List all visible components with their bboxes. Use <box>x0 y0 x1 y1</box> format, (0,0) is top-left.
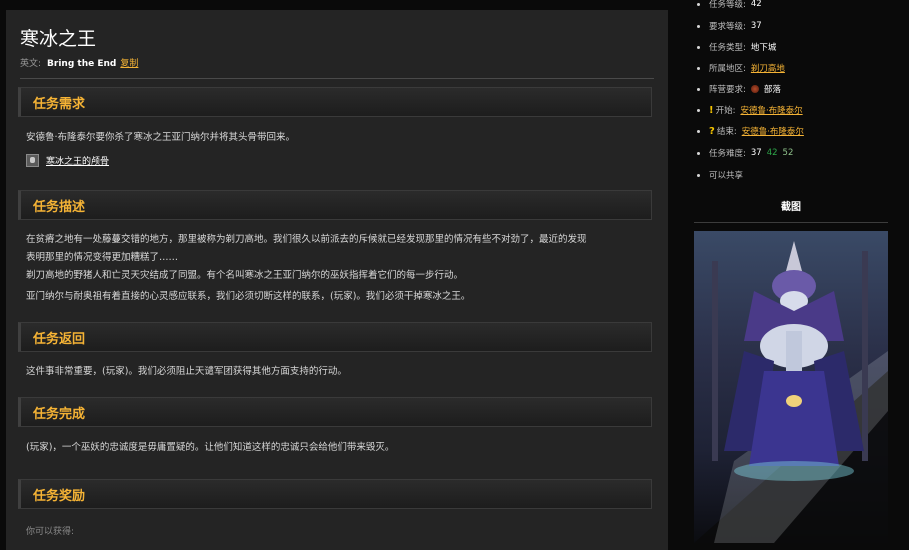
section-heading: 任务描述 <box>33 200 86 215</box>
difficulty-mid: 42 <box>766 148 778 158</box>
bullet-icon <box>697 129 700 133</box>
requirements-text: 安德鲁·布隆泰尔要你杀了寒冰之王亚门纳尔并将其头骨带回来。 <box>26 132 296 143</box>
quest-type-row: 任务类型: 地下城 <box>694 37 776 57</box>
required-level-label: 要求等级: <box>709 22 746 32</box>
description-line-2: 表明那里的情况变得更加糟糕了…… <box>26 252 179 263</box>
faction-label: 阵营要求: <box>709 85 746 95</box>
horde-icon <box>750 85 759 93</box>
question-mark-icon: ? <box>709 125 715 137</box>
end-label: 结束: <box>716 127 737 137</box>
quest-info-sidebar: 任务等级: 42 要求等级: 37 任务类型: 地下城 所属地区: 剃刀高地 阵营要求:… <box>694 0 909 543</box>
screenshot-divider <box>694 222 888 223</box>
skull-icon <box>26 153 39 167</box>
zone-row: 所属地区: 剃刀高地 <box>694 58 785 78</box>
end-npc-link[interactable]: 安德鲁·布隆泰尔 <box>742 125 804 137</box>
section-heading: 任务完成 <box>33 407 86 422</box>
section-return: 任务返回 <box>18 322 652 352</box>
quest-type-label: 任务类型: <box>709 43 746 53</box>
rewards-label: 你可以获得: <box>26 527 75 537</box>
screenshot-image[interactable] <box>694 231 888 543</box>
copy-link[interactable]: 复制 <box>120 59 138 69</box>
end-npc-row: ? 结束: 安德鲁·布隆泰尔 <box>694 121 804 141</box>
english-label: 英文: <box>20 59 42 69</box>
return-text: 这件事非常重要，(玩家)。我们必须阻止天谴军团获得其他方面支持的行动。 <box>26 366 347 377</box>
english-name-row: 英文: Bring the End 复制 <box>20 56 138 69</box>
bullet-icon <box>697 66 700 70</box>
bullet-icon <box>697 151 700 155</box>
required-level-value: 37 <box>750 21 762 31</box>
start-npc-link[interactable]: 安德鲁·布隆泰尔 <box>740 104 802 116</box>
shareable-row: 可以共享 <box>694 165 743 185</box>
faction-value: 部落 <box>763 85 781 95</box>
bullet-icon <box>697 2 700 6</box>
faction-row: 阵营要求: 部落 <box>694 79 781 99</box>
exclamation-icon: ! <box>709 104 714 116</box>
section-rewards: 任务奖励 <box>18 479 652 509</box>
quest-panel: 寒冰之王 英文: Bring the End 复制 任务需求 安德鲁·布隆泰尔要你杀… <box>6 10 668 550</box>
screenshot-heading: 截图 <box>781 202 801 213</box>
page-title: 寒冰之王 <box>20 28 97 50</box>
section-description: 任务描述 <box>18 190 652 220</box>
quest-level-label: 任务等级: <box>709 0 746 10</box>
lich-king-illustration <box>694 241 888 543</box>
section-completion: 任务完成 <box>18 397 652 427</box>
quest-type-value: 地下城 <box>750 43 777 53</box>
section-heading: 任务返回 <box>33 332 86 347</box>
description-line-4: 亚门纳尔与耐奥祖有着直接的心灵感应联系，我们必须切断这样的联系，(玩家)。我们必… <box>26 291 471 302</box>
difficulty-label: 任务难度: <box>709 149 746 159</box>
quest-level-value: 42 <box>750 0 762 9</box>
item-link[interactable]: 寒冰之王的颅骨 <box>46 154 109 167</box>
section-heading: 任务奖励 <box>33 489 86 504</box>
section-heading: 任务需求 <box>33 97 86 112</box>
shareable-text: 可以共享 <box>709 171 744 181</box>
english-name: Bring the End <box>47 59 117 69</box>
difficulty-row: 任务难度: 37 42 52 <box>694 143 793 163</box>
bullet-icon <box>697 24 700 28</box>
start-npc-row: ! 开始: 安德鲁·布隆泰尔 <box>694 100 803 120</box>
zone-link[interactable]: 剃刀高地 <box>751 62 785 74</box>
title-divider <box>20 78 654 79</box>
bullet-icon <box>697 108 700 112</box>
bullet-icon <box>697 45 700 49</box>
bullet-icon <box>697 87 700 91</box>
completion-text: (玩家)，一个巫妖的忠诚度是毋庸置疑的。让他们知道这样的忠诚只会给他们带来毁灭。 <box>26 442 395 453</box>
difficulty-low: 37 <box>750 148 762 158</box>
description-line-3: 剃刀高地的野猪人和亡灵天灾结成了同盟。有个名叫寒冰之王亚门纳尔的巫妖指挥着它们的… <box>26 270 464 281</box>
difficulty-high: 52 <box>782 148 794 158</box>
required-item[interactable]: 寒冰之王的颅骨 <box>26 152 109 168</box>
bullet-icon <box>697 173 700 177</box>
start-label: 开始: <box>715 106 736 116</box>
description-line-1: 在贫瘠之地有一处藤蔓交错的地方，那里被称为剃刀高地。我们很久以前派去的斥候就已经… <box>26 234 587 245</box>
quest-level-row: 任务等级: 42 <box>694 0 762 14</box>
zone-label: 所属地区: <box>709 64 746 74</box>
section-requirements: 任务需求 <box>18 87 652 117</box>
required-level-row: 要求等级: 37 <box>694 16 762 36</box>
